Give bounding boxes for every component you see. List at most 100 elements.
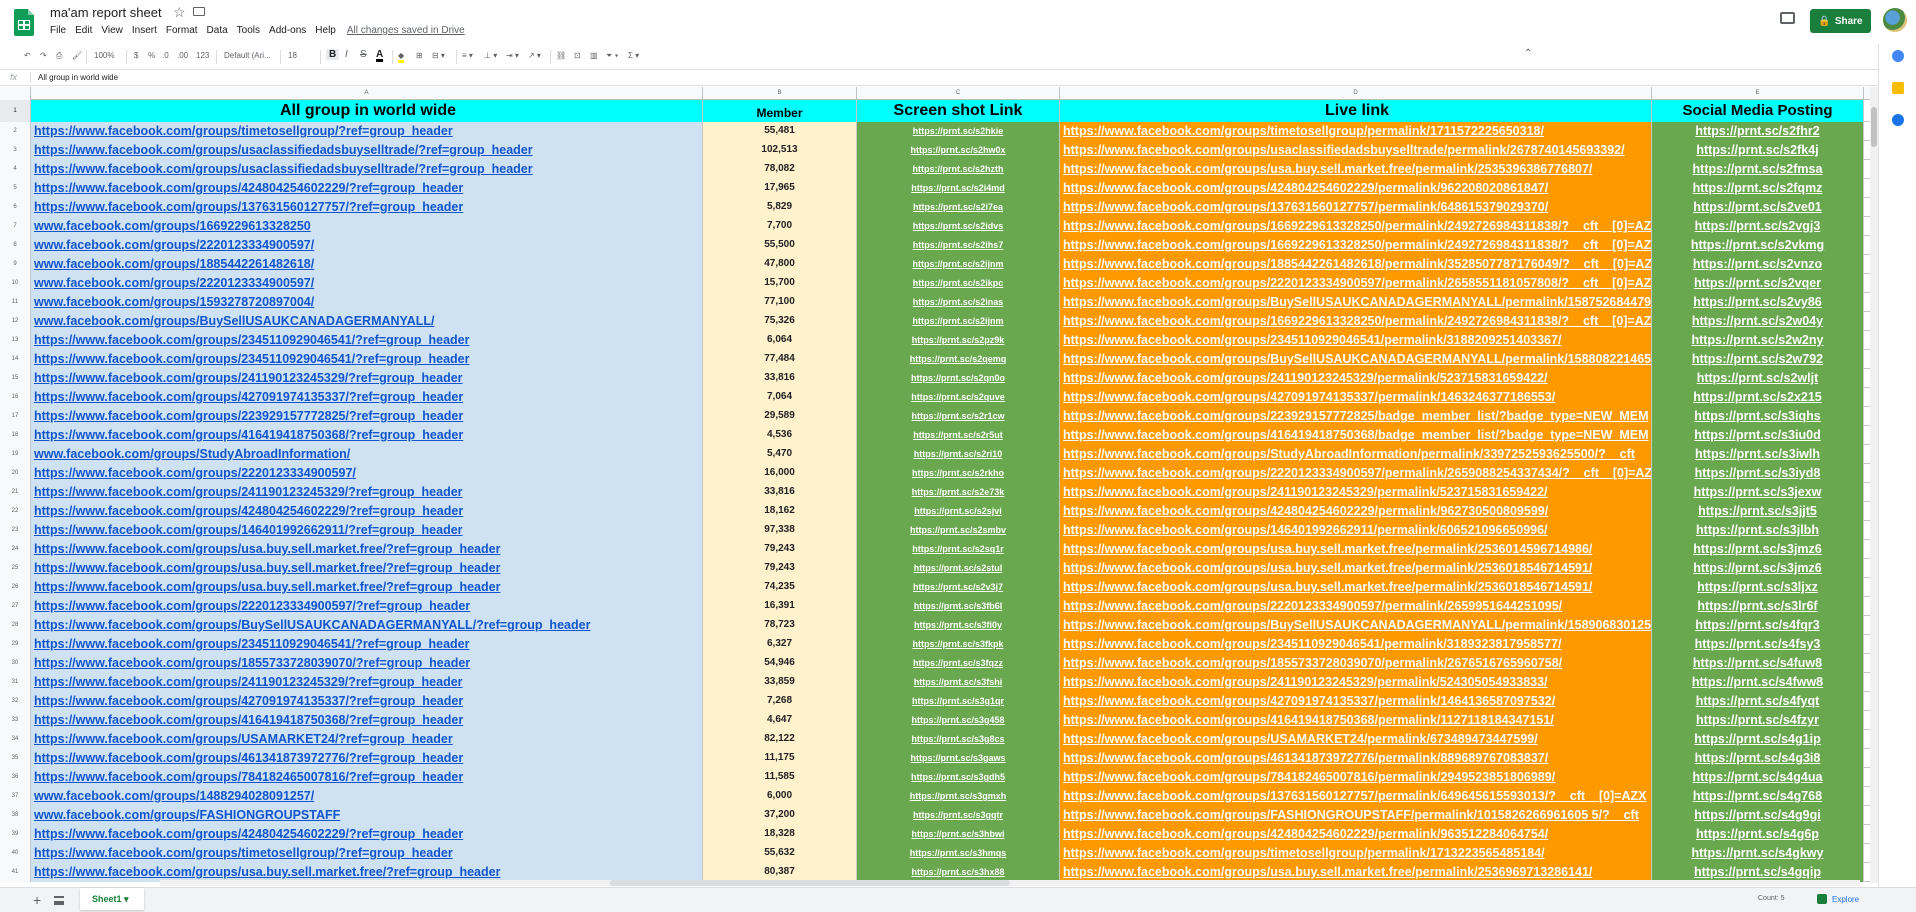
cell-link[interactable]: https://www.facebook.com/groups/46134187… <box>1063 751 1548 765</box>
column-header-e[interactable]: E <box>1652 87 1864 100</box>
cell-link[interactable]: https://prnt.sc/s2fhr2 <box>1695 124 1819 138</box>
social-posting-cell[interactable]: https://prnt.sc/s3iqhs <box>1652 407 1864 426</box>
cell-link[interactable]: https://prnt.sc/s4fsy3 <box>1695 637 1821 651</box>
cell-link[interactable]: https://prnt.sc/s2idvs <box>913 221 1004 231</box>
header-cell-e[interactable]: Social Media Posting <box>1652 100 1864 122</box>
group-url-cell[interactable]: https://www.facebook.com/groups/timetose… <box>31 844 703 863</box>
member-count-cell[interactable]: 16,000 <box>703 464 857 483</box>
group-url-cell[interactable]: https://www.facebook.com/groups/42709197… <box>31 388 703 407</box>
live-link-cell[interactable]: https://www.facebook.com/groups/22201233… <box>1060 274 1652 293</box>
cell-link[interactable]: https://prnt.sc/s3gmxh <box>910 791 1007 801</box>
cell-link[interactable]: https://prnt.sc/s2smbv <box>910 525 1006 535</box>
group-url-cell[interactable]: https://www.facebook.com/groups/78418246… <box>31 768 703 787</box>
screenshot-link-cell[interactable]: https://prnt.sc/s2ri10 <box>857 445 1060 464</box>
screenshot-link-cell[interactable]: https://prnt.sc/s2quve <box>857 388 1060 407</box>
cell-link[interactable]: www.facebook.com/groups/2220123334900597… <box>34 238 314 252</box>
redo-icon[interactable]: ↷ <box>40 51 47 60</box>
cell-link[interactable]: https://www.facebook.com/groups/timetose… <box>34 124 453 138</box>
cell-link[interactable]: https://prnt.sc/s3g458 <box>911 715 1004 725</box>
live-link-cell[interactable]: https://www.facebook.com/groups/46134187… <box>1060 749 1652 768</box>
row-number[interactable]: 35 <box>0 749 31 768</box>
screenshot-link-cell[interactable]: https://prnt.sc/s2idvs <box>857 217 1060 236</box>
filter-icon[interactable]: ⏷ ▾ <box>606 51 619 61</box>
live-link-cell[interactable]: https://www.facebook.com/groups/16692296… <box>1060 236 1652 255</box>
group-url-cell[interactable]: https://www.facebook.com/groups/22201233… <box>31 597 703 616</box>
screenshot-link-cell[interactable]: https://prnt.sc/s3gmxh <box>857 787 1060 806</box>
cell-link[interactable]: https://www.facebook.com/groups/24119012… <box>1063 485 1548 499</box>
column-header-d[interactable]: D <box>1060 87 1652 100</box>
screenshot-link-cell[interactable]: https://prnt.sc/s3gdh5 <box>857 768 1060 787</box>
row-number[interactable]: 16 <box>0 388 31 407</box>
member-count-cell[interactable]: 82,122 <box>703 730 857 749</box>
group-url-cell[interactable]: https://www.facebook.com/groups/22201233… <box>31 464 703 483</box>
screenshot-link-cell[interactable]: https://prnt.sc/s2ikpc <box>857 274 1060 293</box>
row-number[interactable]: 21 <box>0 483 31 502</box>
group-url-cell[interactable]: www.facebook.com/groups/1885442261482618… <box>31 255 703 274</box>
formula-input[interactable]: All group in world wide <box>38 73 118 82</box>
social-posting-cell[interactable]: https://prnt.sc/s2fhr2 <box>1652 122 1864 141</box>
social-posting-cell[interactable]: https://prnt.sc/s4fuw8 <box>1652 654 1864 673</box>
live-link-cell[interactable]: https://www.facebook.com/groups/BuySellU… <box>1060 616 1652 635</box>
row-number[interactable]: 14 <box>0 350 31 369</box>
cell-link[interactable]: https://www.facebook.com/groups/14640199… <box>34 523 463 537</box>
screenshot-link-cell[interactable]: https://prnt.sc/s2smbv <box>857 521 1060 540</box>
social-posting-cell[interactable]: https://prnt.sc/s2w792 <box>1652 350 1864 369</box>
screenshot-link-cell[interactable]: https://prnt.sc/s2v3j7 <box>857 578 1060 597</box>
member-count-cell[interactable]: 6,064 <box>703 331 857 350</box>
cell-link[interactable]: https://prnt.sc/s3iqhs <box>1694 409 1820 423</box>
save-status[interactable]: All changes saved in Drive <box>347 25 465 39</box>
cell-link[interactable]: https://www.facebook.com/groups/16692296… <box>1063 314 1651 328</box>
text-color-button[interactable]: A <box>376 49 384 62</box>
cell-link[interactable]: https://www.facebook.com/groups/42480425… <box>34 827 463 841</box>
group-url-cell[interactable]: https://www.facebook.com/groups/18557337… <box>31 654 703 673</box>
cell-link[interactable]: https://www.facebook.com/groups/13763156… <box>1063 789 1647 803</box>
cell-link[interactable]: https://www.facebook.com/groups/42480425… <box>34 181 463 195</box>
member-count-cell[interactable]: 18,328 <box>703 825 857 844</box>
screenshot-link-cell[interactable]: https://prnt.sc/s3g1qr <box>857 692 1060 711</box>
group-url-cell[interactable]: https://www.facebook.com/groups/42480425… <box>31 179 703 198</box>
group-url-cell[interactable]: https://www.facebook.com/groups/23451109… <box>31 350 703 369</box>
cell-link[interactable]: https://prnt.sc/s4fyqt <box>1696 694 1820 708</box>
cell-link[interactable]: https://prnt.sc/s3iwlh <box>1695 447 1820 461</box>
cell-link[interactable]: https://prnt.sc/s3gdh5 <box>911 772 1005 782</box>
cell-link[interactable]: www.facebook.com/groups/BuySellUSAUKCANA… <box>34 314 435 328</box>
cell-link[interactable]: https://prnt.sc/s2v3j7 <box>913 582 1003 592</box>
cell-link[interactable]: www.facebook.com/groups/FASHIONGROUPSTAF… <box>34 808 340 822</box>
group-url-cell[interactable]: https://www.facebook.com/groups/13763156… <box>31 198 703 217</box>
selection-count[interactable]: Count: 5 <box>1758 895 1784 902</box>
live-link-cell[interactable]: https://www.facebook.com/groups/14640199… <box>1060 521 1652 540</box>
member-count-cell[interactable]: 78,082 <box>703 160 857 179</box>
cell-link[interactable]: https://prnt.sc/s3jexw <box>1694 485 1822 499</box>
insert-comment-icon[interactable]: ⊡ <box>574 51 581 60</box>
member-count-cell[interactable]: 5,470 <box>703 445 857 464</box>
row-number[interactable]: 17 <box>0 407 31 426</box>
live-link-cell[interactable]: https://www.facebook.com/groups/16692296… <box>1060 217 1652 236</box>
live-link-cell[interactable]: https://www.facebook.com/groups/usa.buy.… <box>1060 160 1652 179</box>
cell-link[interactable]: https://prnt.sc/s2r5ut <box>913 430 1003 440</box>
sheet-grid[interactable]: A B C D E 1 All group in world wide Memb… <box>0 87 1870 883</box>
group-url-cell[interactable]: https://www.facebook.com/groups/usaclass… <box>31 160 703 179</box>
percent-format-button[interactable]: % <box>148 51 155 60</box>
cell-link[interactable]: https://www.facebook.com/groups/24119012… <box>34 675 463 689</box>
row-number[interactable]: 32 <box>0 692 31 711</box>
cell-link[interactable]: https://www.facebook.com/groups/13763156… <box>34 200 463 214</box>
cell-link[interactable]: https://prnt.sc/s2w792 <box>1692 352 1823 366</box>
row-number[interactable]: 36 <box>0 768 31 787</box>
social-posting-cell[interactable]: https://prnt.sc/s4fzyr <box>1652 711 1864 730</box>
live-link-cell[interactable]: https://www.facebook.com/groups/41641941… <box>1060 426 1652 445</box>
group-url-cell[interactable]: https://www.facebook.com/groups/usa.buy.… <box>31 540 703 559</box>
menu-view[interactable]: View <box>101 25 123 39</box>
screenshot-link-cell[interactable]: https://prnt.sc/s3hbwi <box>857 825 1060 844</box>
screenshot-link-cell[interactable]: https://prnt.sc/s2hzth <box>857 160 1060 179</box>
group-url-cell[interactable]: https://www.facebook.com/groups/42709197… <box>31 692 703 711</box>
keep-icon[interactable] <box>1892 82 1904 94</box>
group-url-cell[interactable]: www.facebook.com/groups/1593278720897004… <box>31 293 703 312</box>
header-cell-c[interactable]: Screen shot Link <box>857 100 1060 122</box>
avatar[interactable] <box>1883 8 1907 32</box>
cell-link[interactable]: https://www.facebook.com/groups/usa.buy.… <box>1063 561 1592 575</box>
cell-link[interactable]: https://prnt.sc/s3jmz6 <box>1693 542 1822 556</box>
live-link-cell[interactable]: https://www.facebook.com/groups/24119012… <box>1060 483 1652 502</box>
social-posting-cell[interactable]: https://prnt.sc/s3jmz6 <box>1652 559 1864 578</box>
member-count-cell[interactable]: 7,700 <box>703 217 857 236</box>
cell-link[interactable]: https://prnt.sc/s2quve <box>911 392 1005 402</box>
